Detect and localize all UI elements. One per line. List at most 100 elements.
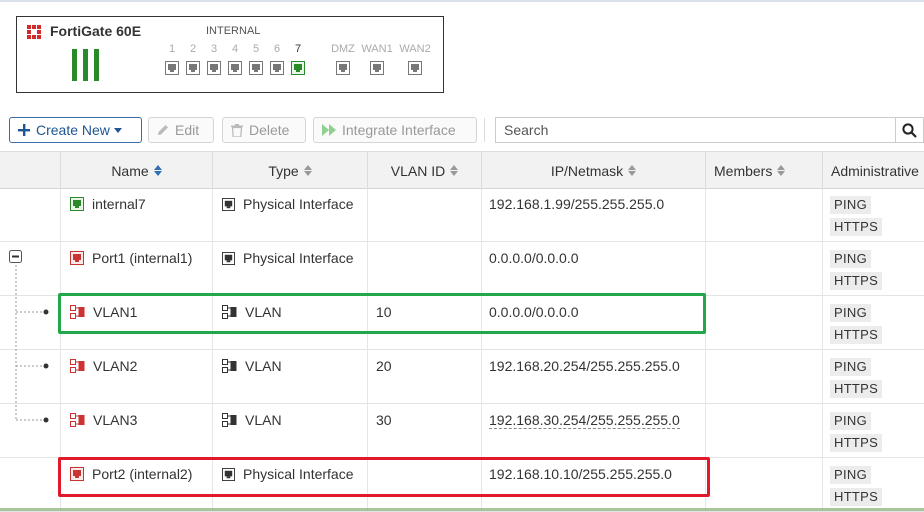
search-input[interactable]	[495, 117, 895, 143]
port-label: 7	[294, 43, 302, 55]
port-4-icon[interactable]	[228, 61, 242, 75]
admin-badge-ping: PING	[830, 358, 871, 376]
table-row[interactable]: Port1 (internal1) Physical Interface 0.0…	[0, 242, 924, 296]
pencil-icon	[157, 124, 169, 136]
interface-type: Physical Interface	[243, 196, 354, 212]
name-cell: VLAN2	[70, 358, 137, 374]
fortinet-logo-icon	[27, 25, 41, 39]
admin-badge-https: HTTPS	[830, 218, 883, 236]
admin-badge-https: HTTPS	[830, 272, 883, 290]
column-header-members[interactable]: Members	[706, 152, 823, 189]
vlan-down-icon	[70, 359, 85, 373]
column-header-ip-netmask[interactable]: IP/Netmask	[482, 152, 706, 189]
column-header-type[interactable]: Type	[213, 152, 368, 189]
caret-down-icon	[113, 127, 122, 133]
physical-interface-icon	[222, 197, 235, 211]
expand-column-header	[0, 152, 61, 189]
type-cell: Physical Interface	[222, 250, 354, 266]
type-cell: VLAN	[222, 358, 282, 374]
ip-netmask-cell: 192.168.20.254/255.255.255.0	[489, 358, 680, 374]
admin-badge-https: HTTPS	[830, 380, 883, 398]
port-label: 3	[210, 43, 218, 55]
fast-forward-icon	[322, 124, 336, 136]
table-header: Name Type VLAN ID IP/Netmask Members Adm…	[0, 151, 924, 189]
internal-group-label: INTERNAL	[206, 25, 261, 37]
tree-connector-lines	[15, 265, 49, 423]
interface-type: VLAN	[245, 358, 282, 374]
table-row[interactable]: VLAN2 VLAN 20 192.168.20.254/255.255.255…	[0, 350, 924, 404]
name-cell: Port1 (internal1)	[70, 250, 192, 266]
port-7-up-icon[interactable]	[291, 61, 305, 75]
admin-badge-https: HTTPS	[830, 434, 883, 452]
delete-button[interactable]: Delete	[222, 117, 306, 143]
column-header-name[interactable]: Name	[61, 152, 213, 189]
sort-ascending-icon	[153, 165, 162, 176]
trash-icon	[231, 123, 243, 137]
admin-badge-https: HTTPS	[830, 488, 883, 506]
port-label: 2	[189, 43, 197, 55]
admin-badge-ping: PING	[830, 466, 871, 484]
interface-type: VLAN	[245, 412, 282, 428]
create-new-button[interactable]: Create New	[9, 117, 142, 143]
name-cell: VLAN3	[70, 412, 137, 428]
port-down-icon	[70, 251, 84, 265]
vlan-down-icon	[70, 413, 85, 427]
port-label: WAN1	[361, 43, 393, 55]
ip-netmask-cell: 0.0.0.0/0.0.0.0	[489, 250, 579, 266]
vlan-id-cell: 20	[376, 358, 392, 374]
interface-name: VLAN3	[93, 412, 138, 428]
type-cell: Physical Interface	[222, 196, 354, 212]
table-row[interactable]: VLAN3 VLAN 30 192.168.30.254/255.255.255…	[0, 404, 924, 458]
table-row[interactable]: internal7 Physical Interface 192.168.1.9…	[0, 188, 924, 242]
vlan-icon	[222, 413, 237, 427]
column-label: Type	[268, 162, 299, 179]
column-label: VLAN ID	[390, 162, 446, 179]
device-faceplate: FortiGate 60E INTERNAL 1 2 3 4 5 6 7 DMZ…	[16, 16, 444, 93]
integrate-interface-button[interactable]: Integrate Interface	[313, 117, 477, 143]
search-icon	[902, 122, 917, 138]
port-3-icon[interactable]	[207, 61, 221, 75]
port-1-icon[interactable]	[165, 61, 179, 75]
column-header-vlan-id[interactable]: VLAN ID	[368, 152, 482, 189]
ip-netmask-cell: 192.168.1.99/255.255.255.0	[489, 196, 665, 212]
sort-icon	[303, 165, 312, 176]
column-label: IP/Netmask	[550, 162, 624, 179]
delete-label: Delete	[249, 122, 290, 138]
type-cell: VLAN	[222, 412, 282, 428]
port-6-icon[interactable]	[270, 61, 284, 75]
edit-label: Edit	[175, 122, 200, 138]
toolbar-separator	[484, 118, 485, 142]
create-new-label: Create New	[36, 122, 110, 138]
highlight-box-red	[58, 457, 710, 497]
port-wan2-icon[interactable]	[408, 61, 422, 75]
ip-netmask-cell: 192.168.30.254/255.255.255.0	[489, 412, 680, 429]
highlight-box-green	[58, 293, 706, 334]
port-label: DMZ	[331, 43, 355, 55]
vlan-id-cell: 30	[376, 412, 392, 428]
sort-icon	[628, 165, 637, 176]
port-5-icon[interactable]	[249, 61, 263, 75]
port-wan1-icon[interactable]	[370, 61, 384, 75]
name-cell: internal7	[70, 196, 146, 212]
sort-icon	[450, 165, 459, 176]
column-label: Administrative	[831, 162, 919, 179]
port-dmz-icon[interactable]	[336, 61, 350, 75]
port-label: 1	[168, 43, 176, 55]
port-label: 6	[273, 43, 281, 55]
device-name: FortiGate 60E	[50, 23, 142, 39]
port-label: 4	[231, 43, 239, 55]
column-header-administrative[interactable]: Administrative	[823, 152, 924, 189]
vlan-icon	[222, 359, 237, 373]
top-border	[0, 0, 924, 2]
edit-button[interactable]: Edit	[148, 117, 214, 143]
search-button[interactable]	[895, 117, 924, 143]
sort-icon	[777, 165, 786, 176]
port-up-icon	[70, 197, 84, 211]
interface-name: internal7	[92, 196, 146, 212]
ip-netmask-link[interactable]: 192.168.30.254/255.255.255.0	[489, 412, 680, 429]
admin-badge-ping: PING	[830, 196, 871, 214]
admin-badge-ping: PING	[830, 304, 871, 322]
admin-badge-https: HTTPS	[830, 326, 883, 344]
port-2-icon[interactable]	[186, 61, 200, 75]
status-bars-icon	[72, 49, 102, 81]
